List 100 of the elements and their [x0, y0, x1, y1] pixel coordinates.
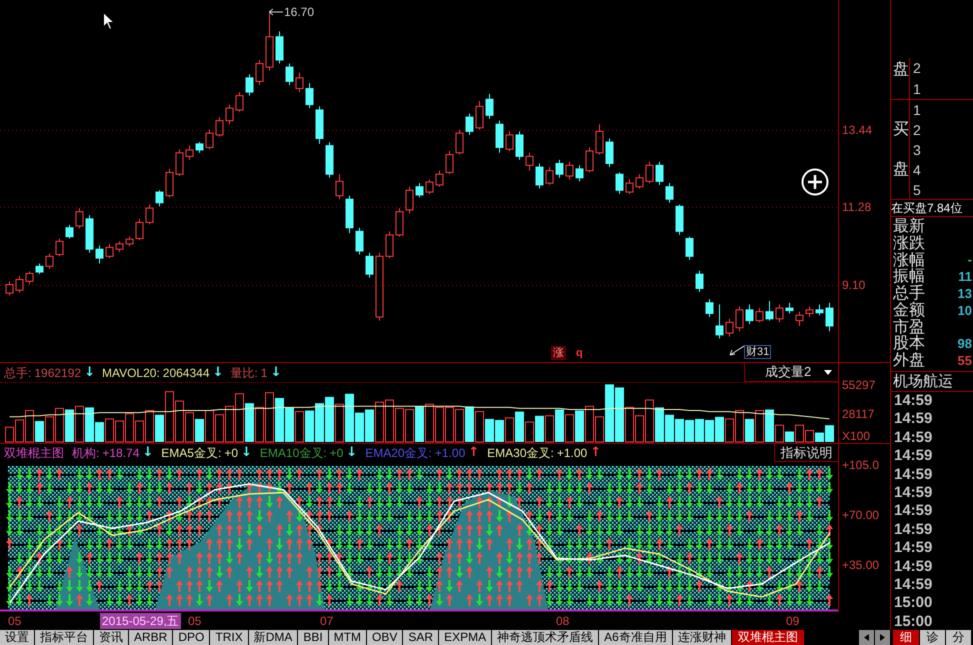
trend-arrow: ↑ — [468, 446, 480, 460]
order-level: 3 — [913, 141, 921, 160]
rising-candle — [406, 186, 414, 214]
indicator-tab[interactable]: ARBR — [129, 630, 172, 645]
falling-candle — [316, 106, 324, 144]
indicator-tab[interactable]: OBV — [367, 630, 402, 645]
readout-label: MAVOL20: — [102, 366, 160, 380]
order-level: 1 — [913, 101, 921, 120]
indicator-tab[interactable]: BBI — [298, 630, 328, 645]
readout-label: EMA30金叉: — [487, 446, 554, 460]
trend-arrow: ↓ — [142, 446, 154, 460]
falling-candle — [766, 300, 774, 322]
falling-candle — [416, 182, 424, 198]
order-level: 2 — [913, 121, 921, 140]
plus-circle-icon[interactable] — [801, 168, 829, 196]
trade-time: 14:59 — [893, 392, 934, 410]
quote-value: 98 — [958, 336, 972, 352]
readout-label: EMA20金叉: — [365, 446, 432, 460]
right-triangle-icon — [880, 634, 885, 641]
indicator-tab[interactable]: MTM — [328, 630, 366, 645]
quote-value: 55 — [958, 353, 972, 368]
axis-label: 11.28 — [842, 200, 872, 214]
panel-tab[interactable]: 诊 — [920, 630, 945, 645]
readout-label: EMA5金叉: — [161, 446, 222, 460]
axis-label: 07 — [320, 614, 334, 628]
rising-candle — [296, 72, 304, 93]
scroll-left-button[interactable] — [859, 630, 874, 645]
panel-tab[interactable]: 分 — [946, 630, 971, 645]
rising-candle — [256, 59, 264, 86]
falling-candle — [816, 304, 824, 316]
falling-candle — [686, 236, 694, 260]
indicator-tab[interactable]: 连涨财神 — [672, 630, 731, 645]
indicator-help-button[interactable]: 指标说明 — [774, 444, 838, 462]
rising-candle — [566, 161, 574, 180]
falling-candle — [606, 138, 614, 168]
rising-candle — [146, 204, 154, 225]
caret-icon — [824, 370, 832, 374]
quote-value: 10 — [958, 302, 972, 318]
falling-candle — [666, 182, 674, 204]
rising-candle — [546, 166, 554, 186]
indicator-tab[interactable]: TRIX — [210, 630, 248, 645]
rising-candle — [736, 306, 744, 332]
trade-time: 14:59 — [893, 447, 934, 466]
falling-candle — [86, 214, 94, 254]
rising-candle — [726, 318, 734, 338]
stock-name: 机场航运 — [893, 373, 953, 390]
leader-line — [728, 345, 744, 357]
readout-value: +0 — [224, 446, 238, 460]
indicator-dropdown[interactable]: 成交量2 — [744, 363, 838, 382]
event-label: 财31 — [744, 345, 772, 359]
order-book-label: 盘 — [893, 61, 909, 78]
indicator-tab[interactable]: EXPMA — [439, 630, 492, 645]
rising-candle — [596, 124, 604, 156]
rising-candle — [76, 208, 84, 229]
rising-candle — [756, 308, 764, 323]
indicator-tab[interactable]: 资讯 — [94, 630, 128, 645]
indicator-tab[interactable]: SAR — [403, 630, 438, 645]
falling-candle — [346, 195, 354, 234]
scroll-right-button[interactable] — [875, 630, 890, 645]
axis-label: 28117 — [842, 406, 874, 420]
readout-label: EMA10金叉: — [260, 446, 327, 460]
left-triangle-icon — [864, 634, 869, 641]
falling-candle — [516, 130, 524, 160]
panel-tab[interactable]: 细 — [893, 630, 919, 645]
axis-label: +70.00 — [842, 508, 880, 522]
indicator-tab[interactable]: 新DMA — [248, 630, 298, 645]
falling-candle — [326, 142, 334, 178]
rising-candle — [456, 129, 464, 156]
readout-label: 量比: — [230, 366, 258, 380]
falling-candle — [676, 204, 684, 236]
order-level: 4 — [913, 161, 921, 180]
indicator-tab[interactable]: 设置 — [0, 630, 34, 645]
trade-time: 14:59 — [893, 410, 934, 429]
quote-label: 最新 — [893, 218, 925, 235]
quote-value: 11 — [958, 269, 972, 284]
indicator-tab[interactable]: 双堆棍主图 — [732, 630, 804, 645]
readout-value: 1 — [260, 366, 268, 380]
rising-candle — [426, 179, 434, 194]
rising-candle — [26, 270, 34, 285]
indicator-tab[interactable]: A6奇准自用 — [599, 630, 672, 645]
rising-candle — [476, 100, 484, 130]
falling-candle — [36, 262, 44, 275]
falling-candle — [556, 159, 564, 178]
rising-candle — [646, 161, 654, 184]
indicator-tab[interactable]: 神奇逃顶术矛盾线 — [492, 630, 598, 645]
falling-candle — [536, 163, 544, 189]
indicator-tab[interactable]: 指标平台 — [35, 630, 93, 645]
price-high-label: 16.70 — [284, 5, 314, 19]
indicator-tab[interactable]: DPO — [173, 630, 210, 645]
quote-label: 涨跌 — [893, 234, 925, 252]
trend-arrow: ↑ — [590, 446, 602, 460]
cursor-date-label: 2015-05-29,五 — [100, 613, 181, 629]
falling-candle — [66, 224, 74, 239]
trade-time: 14:59 — [893, 539, 934, 558]
rising-candle — [226, 104, 234, 125]
trend-arrow: ↓ — [212, 366, 224, 380]
trade-time: 14:59 — [893, 502, 934, 521]
rising-candle — [16, 275, 24, 294]
rising-candle — [116, 240, 124, 253]
quote-label: 总手 — [893, 285, 925, 302]
